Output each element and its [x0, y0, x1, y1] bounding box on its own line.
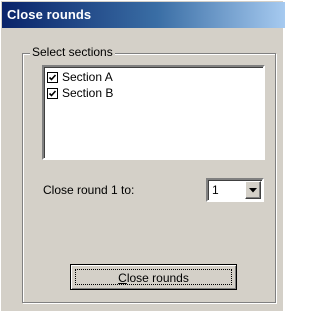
- button-mnemonic: C: [118, 271, 127, 285]
- checkmark-icon: [48, 73, 57, 81]
- checkmark-icon: [48, 89, 57, 97]
- sections-list[interactable]: Section A Section B: [42, 65, 265, 160]
- close-rounds-button-label: Close rounds: [71, 271, 236, 285]
- round-select-value: 1: [212, 183, 219, 197]
- list-item-section-b[interactable]: Section B: [47, 85, 113, 101]
- window-title: Close rounds: [7, 7, 92, 22]
- round-select-dropdown-button[interactable]: [245, 181, 261, 199]
- group-legend: Select sections: [30, 45, 115, 59]
- chevron-down-icon: [249, 188, 257, 193]
- button-label-rest: lose rounds: [126, 271, 189, 285]
- title-bar[interactable]: Close rounds: [2, 2, 285, 28]
- list-item-section-a[interactable]: Section A: [47, 69, 113, 85]
- section-b-checkbox[interactable]: [47, 87, 58, 99]
- section-b-label: Section B: [62, 86, 114, 100]
- close-round-label: Close round 1 to:: [43, 183, 135, 197]
- section-a-label: Section A: [62, 70, 113, 84]
- section-a-checkbox[interactable]: [47, 71, 58, 83]
- close-rounds-dialog: Close rounds Select sections Section A S…: [0, 0, 285, 311]
- close-rounds-button[interactable]: Close rounds: [70, 264, 237, 290]
- round-select[interactable]: 1: [206, 178, 264, 202]
